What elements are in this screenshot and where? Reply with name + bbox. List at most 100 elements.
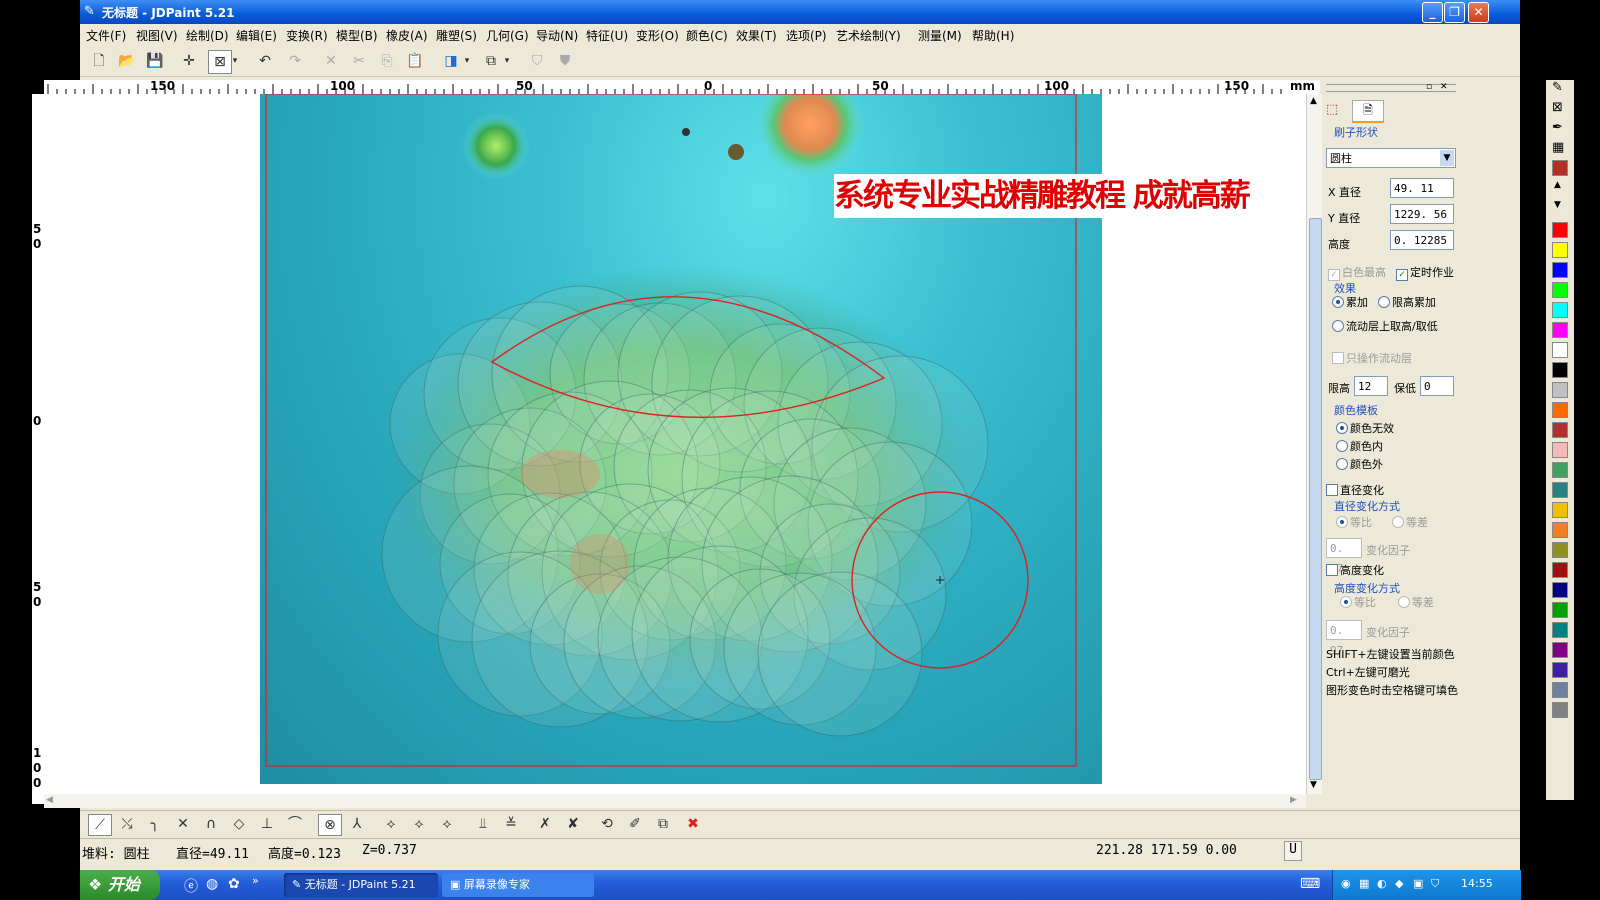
grid-snap-3-icon[interactable]: ⟡	[436, 814, 458, 834]
palette-swatch[interactable]	[1552, 502, 1568, 518]
palette-swatch[interactable]	[1552, 382, 1568, 398]
tab-properties-icon[interactable]: 🗎	[1352, 100, 1384, 123]
tray-network-icon[interactable]: ◉	[1341, 877, 1351, 890]
delete-icon[interactable]: ✕	[320, 50, 342, 72]
only-flow-layer-checkbox[interactable]	[1332, 352, 1344, 367]
chevron-down-icon[interactable]: ▾	[502, 50, 512, 72]
shield-icon[interactable]: ⛉	[526, 50, 548, 72]
height-change-checkbox[interactable]	[1326, 564, 1338, 579]
scroll-right-icon[interactable]: ▶	[1290, 795, 1297, 805]
effect-limit-accumulate-radio[interactable]	[1378, 296, 1390, 311]
menu-geometry[interactable]: 几何(G)	[486, 27, 529, 44]
chevron-down-icon[interactable]: ▾	[462, 50, 472, 72]
height-diff-radio[interactable]	[1398, 596, 1410, 611]
scroll-down-icon[interactable]: ▼	[1554, 200, 1561, 210]
color-outside-radio[interactable]	[1336, 458, 1348, 473]
menu-color[interactable]: 颜色(C)	[686, 27, 728, 44]
trim-icon[interactable]: ✗	[534, 814, 556, 834]
palette-swatch[interactable]	[1552, 622, 1568, 638]
cut-icon[interactable]: ✂	[348, 50, 370, 72]
palette-swatch[interactable]	[1552, 262, 1568, 278]
center-snap-icon[interactable]: ◇	[228, 814, 250, 834]
menu-help[interactable]: 帮助(H)	[972, 27, 1014, 44]
effect-flow-layer-radio[interactable]	[1332, 320, 1344, 335]
no-color-icon[interactable]: ⊠	[1552, 100, 1563, 115]
menu-draw[interactable]: 绘制(D)	[186, 27, 229, 44]
pattern-icon[interactable]: ▦	[1552, 140, 1564, 155]
x-diameter-field[interactable]: 49. 11	[1390, 178, 1454, 198]
undo-icon[interactable]: ↶	[254, 50, 276, 72]
arc-snap-icon[interactable]: ∩	[200, 814, 222, 834]
palette-swatch[interactable]	[1552, 582, 1568, 598]
chevron-down-icon[interactable]: ▾	[230, 50, 240, 72]
open-folder-icon[interactable]: 📂	[116, 50, 138, 72]
palette-swatch[interactable]	[1552, 362, 1568, 378]
palette-swatch[interactable]	[1552, 702, 1568, 718]
intersection-snap-icon[interactable]: ✕	[172, 814, 194, 834]
align-bottom-icon[interactable]: ⫫	[472, 814, 494, 834]
palette-swatch[interactable]	[1552, 342, 1568, 358]
palette-swatch[interactable]	[1552, 402, 1568, 418]
menu-edit[interactable]: 编辑(E)	[236, 27, 277, 44]
tray-update-icon[interactable]: ▣	[1413, 877, 1423, 890]
endpoint-snap-icon[interactable]: ⤯	[116, 814, 138, 834]
media-icon[interactable]: ✿	[228, 876, 240, 892]
minimize-button[interactable]: _	[1422, 2, 1443, 23]
timed-job-checkbox[interactable]: ✓	[1396, 266, 1408, 281]
new-file-icon[interactable]: 🗋	[88, 50, 110, 72]
align-stack-icon[interactable]: ≚	[500, 814, 522, 834]
corner-snap-icon[interactable]: ╮	[144, 814, 166, 834]
palette-swatch[interactable]	[1552, 222, 1568, 238]
palette-swatch[interactable]	[1552, 282, 1568, 298]
layer-icon[interactable]: ⧉	[652, 814, 674, 834]
browser-icon[interactable]: ◍	[206, 876, 218, 892]
scroll-left-icon[interactable]: ◀	[46, 795, 53, 805]
palette-swatch[interactable]	[1552, 442, 1568, 458]
grid-snap-2-icon[interactable]: ⟡	[408, 814, 430, 834]
keyboard-icon[interactable]: ⌨	[1300, 876, 1320, 892]
palette-swatch[interactable]	[1552, 422, 1568, 438]
maximize-button[interactable]: ❐	[1444, 2, 1465, 23]
node-snap-icon[interactable]: ⊗	[318, 814, 342, 836]
break-icon[interactable]: ✘	[562, 814, 584, 834]
more-icon[interactable]: »	[252, 874, 259, 887]
redo-icon[interactable]: ↷	[284, 50, 306, 72]
task-recorder[interactable]: ▣ 屏幕录像专家	[442, 873, 594, 897]
palette-swatch[interactable]	[1552, 542, 1568, 558]
tangent-snap-icon[interactable]: ⌒	[284, 814, 306, 834]
angle-snap-icon[interactable]: ⅄	[346, 814, 368, 834]
tray-app-icon[interactable]: ▦	[1359, 877, 1369, 890]
current-color-swatch[interactable]	[1552, 160, 1568, 176]
color-inside-radio[interactable]	[1336, 440, 1348, 455]
scroll-thumb[interactable]	[1309, 218, 1322, 780]
menu-deform[interactable]: 变形(O)	[636, 27, 679, 44]
cancel-icon[interactable]: ✖	[682, 814, 704, 834]
limit-high-field[interactable]: 12	[1354, 376, 1388, 396]
palette-swatch[interactable]	[1552, 242, 1568, 258]
edit-icon[interactable]: ✐	[624, 814, 646, 834]
panel-dock-icon[interactable]: ▫	[1426, 82, 1432, 92]
snap-cross-icon[interactable]: ✛	[178, 50, 200, 72]
keep-low-field[interactable]: 0	[1420, 376, 1454, 396]
scroll-up-icon[interactable]: ▲	[1554, 180, 1561, 190]
status-mode[interactable]: U	[1284, 841, 1302, 861]
menu-feature[interactable]: 特征(U)	[586, 27, 628, 44]
white-highest-checkbox[interactable]: ✓	[1328, 266, 1340, 281]
palette-swatch[interactable]	[1552, 462, 1568, 478]
menu-sculpt[interactable]: 雕塑(S)	[436, 27, 477, 44]
menu-options[interactable]: 选项(P)	[786, 27, 827, 44]
diameter-diff-radio[interactable]	[1392, 516, 1404, 531]
copy-icon[interactable]: ⎘	[376, 50, 398, 72]
vertical-scrollbar[interactable]: ▲ ▼	[1306, 94, 1323, 794]
palette-swatch[interactable]	[1552, 642, 1568, 658]
transform-icon[interactable]: ⟲	[596, 814, 618, 834]
start-button[interactable]: ❖ 开始	[80, 870, 160, 900]
pen-icon[interactable]: ✎	[1552, 80, 1563, 95]
scroll-up-icon[interactable]: ▲	[1310, 96, 1317, 106]
menu-file[interactable]: 文件(F)	[86, 27, 126, 44]
diameter-change-checkbox[interactable]	[1326, 484, 1338, 499]
menu-effect[interactable]: 效果(T)	[736, 27, 777, 44]
view-cube-icon[interactable]: ◨	[440, 50, 462, 72]
close-button[interactable]: ✕	[1468, 2, 1489, 23]
scroll-down-icon[interactable]: ▼	[1310, 780, 1317, 790]
